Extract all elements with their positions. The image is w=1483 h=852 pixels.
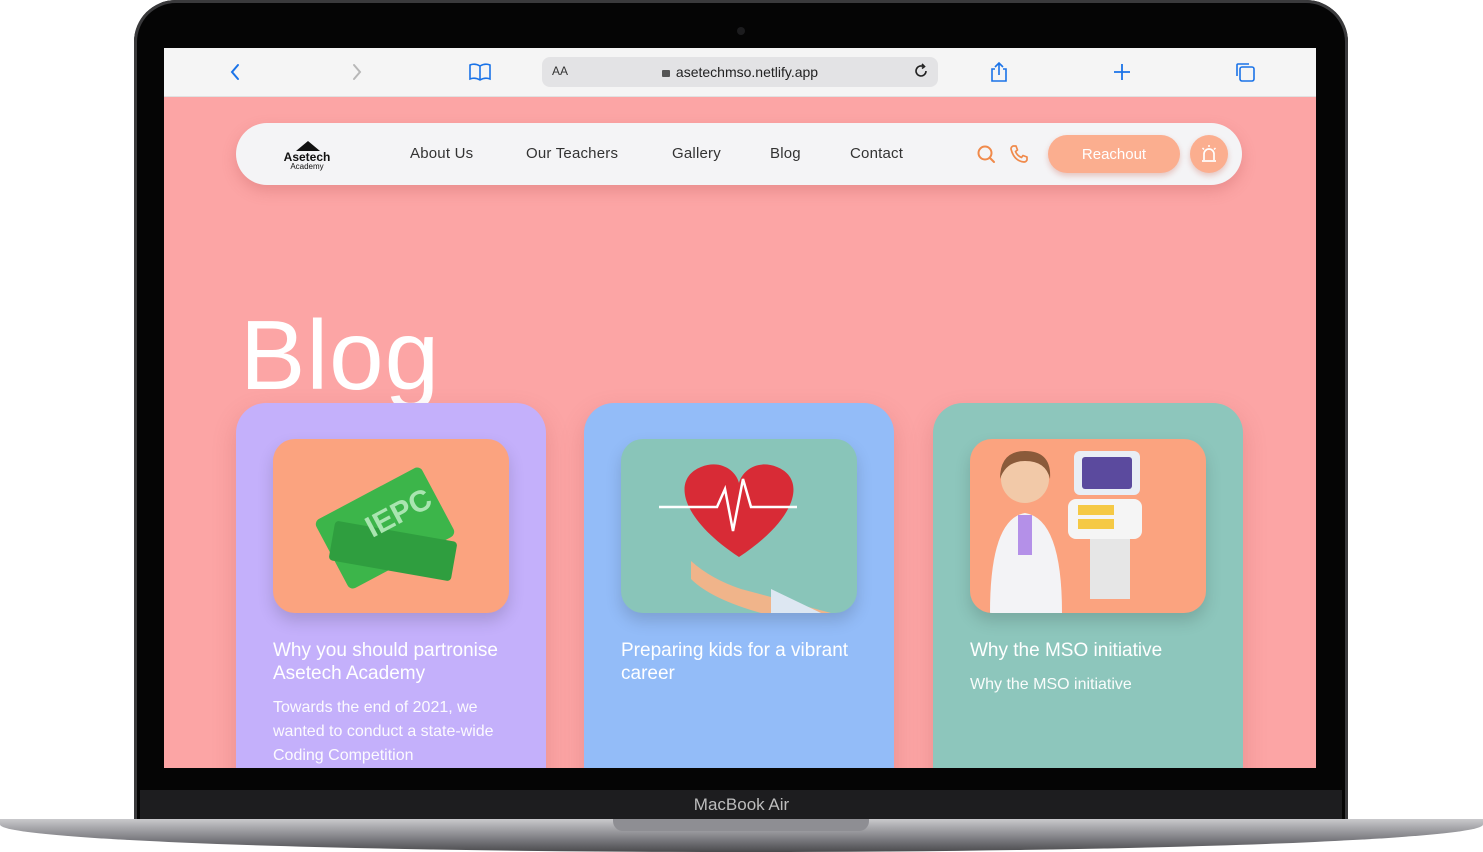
lock-icon — [661, 70, 670, 77]
nav-link-our-teachers[interactable]: Our Teachers — [526, 145, 618, 162]
nav-link-gallery[interactable]: Gallery — [672, 145, 721, 162]
blog-card-title[interactable]: Why you should partronise Asetech Academ… — [273, 639, 523, 685]
nav-link-blog[interactable]: Blog — [770, 145, 801, 162]
nav-link-contact[interactable]: Contact — [850, 145, 903, 162]
blog-card-image-heart[interactable] — [621, 439, 857, 613]
bookmarks-icon[interactable] — [468, 60, 492, 84]
blog-card-image-doctor[interactable] — [970, 439, 1206, 613]
blog-card-image-certificate[interactable]: IEPC — [273, 439, 509, 613]
address-bar[interactable]: AA asetechmso.netlify.app — [542, 57, 938, 87]
blog-card-1[interactable]: IEPC Why you should partronise Asetech A… — [236, 403, 546, 768]
camera — [737, 27, 745, 35]
phone-icon[interactable] — [1009, 144, 1029, 164]
blog-card-title[interactable]: Preparing kids for a vibrant career — [621, 639, 871, 685]
blog-card-description: Why the MSO initiative — [970, 676, 1132, 693]
blog-card-2[interactable]: Preparing kids for a vibrant career — [584, 403, 894, 768]
svg-text:Academy: Academy — [290, 162, 323, 171]
new-tab-icon[interactable] — [1110, 60, 1134, 84]
site-navbar: Asetech Academy About Us Our Teachers Ga… — [236, 123, 1242, 185]
site-logo[interactable]: Asetech Academy — [266, 139, 348, 171]
page-title: Blog — [240, 299, 441, 410]
search-icon[interactable] — [976, 144, 996, 164]
reachout-button[interactable]: Reachout — [1048, 135, 1180, 173]
blog-card-title[interactable]: Why the MSO initiative — [970, 639, 1220, 662]
blog-card-description: Towards the end of 2021, we wanted to co… — [273, 699, 494, 764]
laptop-brand-label: MacBook Air — [693, 795, 790, 814]
nav-link-about-us[interactable]: About Us — [410, 145, 473, 162]
share-icon[interactable] — [987, 60, 1011, 84]
reload-icon[interactable] — [912, 62, 930, 85]
screen: AA asetechmso.netlify.app Asetech Academ… — [164, 48, 1316, 768]
forward-icon[interactable] — [345, 60, 369, 84]
laptop-notch — [613, 819, 869, 831]
url-text: asetechmso.netlify.app — [675, 64, 819, 80]
alarm-icon[interactable] — [1190, 135, 1228, 173]
back-icon[interactable] — [223, 60, 247, 84]
browser-toolbar: AA asetechmso.netlify.app — [164, 48, 1316, 97]
tabs-icon[interactable] — [1233, 60, 1257, 84]
blog-card-3[interactable]: Why the MSO initiative Why the MSO initi… — [933, 403, 1243, 768]
